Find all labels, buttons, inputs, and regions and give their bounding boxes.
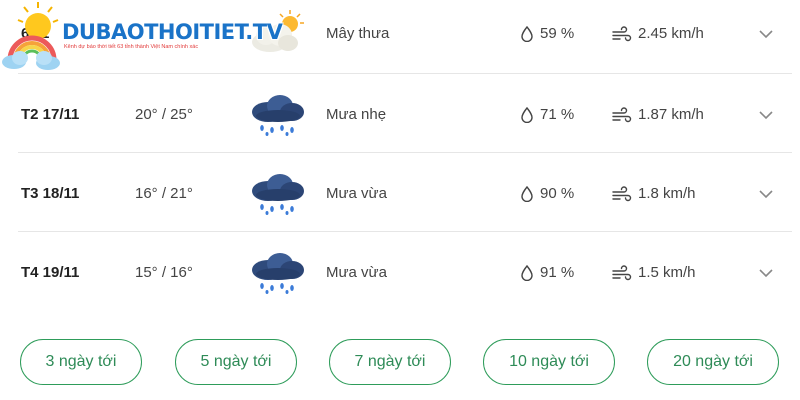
- humidity: 90 %: [520, 185, 574, 203]
- humidity-value: 71 %: [540, 106, 575, 123]
- forecast-day: T2 17/11: [21, 106, 80, 123]
- wind-value: 1.87 km/h: [638, 106, 704, 123]
- rain-cloud-icon: [252, 253, 304, 294]
- range-7-days-button[interactable]: 7 ngày tới: [329, 339, 451, 385]
- rain-cloud-icon: [252, 174, 304, 215]
- humidity: 71 %: [520, 106, 574, 124]
- wind-value: 2.45 km/h: [638, 25, 704, 42]
- forecast-condition: Mây thưa: [326, 25, 390, 42]
- wind-value: 1.5 km/h: [638, 264, 696, 281]
- wind-icon: [612, 186, 632, 202]
- humidity-value: 59 %: [540, 25, 575, 42]
- humidity: 59 %: [520, 25, 574, 43]
- forecast-day: T4 19/11: [21, 264, 80, 281]
- sun-rainbow-logo-icon: [2, 2, 60, 70]
- forecast-row[interactable]: T2 17/11 20° / 25° Mưa nhẹ 71 % 1.87 km/…: [18, 74, 792, 153]
- humidity-drop-icon: [521, 26, 533, 42]
- wind: 1.5 km/h: [612, 264, 696, 282]
- wind-value: 1.8 km/h: [638, 185, 696, 202]
- humidity-drop-icon: [521, 265, 533, 281]
- humidity-value: 91 %: [540, 264, 575, 281]
- logo-tagline: Kênh dự báo thời tiết 63 tỉnh thành Việt…: [64, 44, 199, 50]
- forecast-row[interactable]: T3 18/11 16° / 21° Mưa vừa 90 % 1.8 km/h: [18, 153, 792, 232]
- wind: 1.8 km/h: [612, 185, 696, 203]
- site-logo[interactable]: DUBAOTHOITIET.TV Kênh dự báo thời tiết 6…: [0, 0, 283, 74]
- forecast-temp: 16° / 21°: [135, 185, 193, 202]
- wind: 1.87 km/h: [612, 106, 704, 124]
- chevron-down-icon[interactable]: [756, 105, 776, 125]
- range-10-days-button[interactable]: 10 ngày tới: [483, 339, 615, 385]
- forecast-row[interactable]: T4 19/11 15° / 16° Mưa vừa 91 % 1.5 km/h: [18, 232, 792, 311]
- forecast-condition: Mưa vừa: [326, 185, 387, 202]
- humidity-drop-icon: [521, 186, 533, 202]
- humidity-value: 90 %: [540, 185, 575, 202]
- forecast-condition: Mưa vừa: [326, 264, 387, 281]
- range-5-days-button[interactable]: 5 ngày tới: [175, 339, 297, 385]
- humidity-drop-icon: [521, 107, 533, 123]
- chevron-down-icon[interactable]: [756, 184, 776, 204]
- forecast-temp: 15° / 16°: [135, 264, 193, 281]
- wind-icon: [612, 107, 632, 123]
- humidity: 91 %: [520, 264, 574, 282]
- forecast-day: T3 18/11: [21, 185, 80, 202]
- rain-cloud-icon: [252, 95, 304, 136]
- wind-icon: [612, 265, 632, 281]
- range-3-days-button[interactable]: 3 ngày tới: [20, 339, 142, 385]
- wind-icon: [612, 26, 632, 42]
- chevron-down-icon[interactable]: [756, 263, 776, 283]
- forecast-temp: 20° / 25°: [135, 106, 193, 123]
- wind: 2.45 km/h: [612, 25, 704, 43]
- forecast-condition: Mưa nhẹ: [326, 106, 387, 123]
- logo-text: DUBAOTHOITIET.TV: [62, 20, 283, 44]
- forecast-range-buttons: 3 ngày tới 5 ngày tới 7 ngày tới 10 ngày…: [18, 339, 782, 385]
- range-20-days-button[interactable]: 20 ngày tới: [647, 339, 779, 385]
- chevron-down-icon[interactable]: [756, 24, 776, 44]
